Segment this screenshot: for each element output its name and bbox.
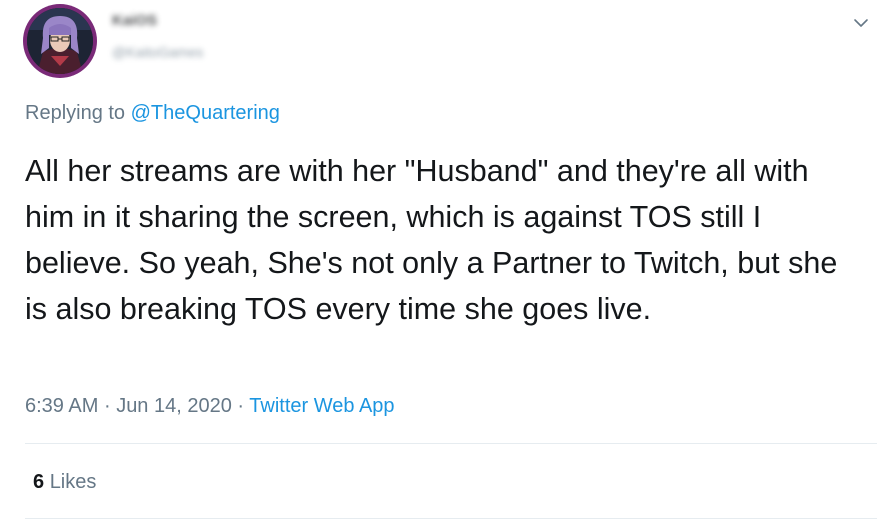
author-handle[interactable]: @KaitoGames <box>112 44 203 60</box>
likes-count: 6 <box>33 471 45 493</box>
replying-to-line: Replying to @TheQuartering <box>25 102 280 125</box>
likes-label: Likes <box>49 471 97 493</box>
tweet-metadata: 6:39 AM · Jun 14, 2020 · Twitter Web App <box>25 395 395 418</box>
author-name[interactable]: KaiOS <box>112 12 157 29</box>
meta-separator: · <box>103 395 111 417</box>
avatar-image <box>27 8 93 74</box>
chevron-down-icon[interactable] <box>850 12 872 34</box>
tweet-date[interactable]: Jun 14, 2020 <box>116 395 232 417</box>
avatar[interactable] <box>23 4 97 78</box>
meta-separator: · <box>237 395 245 417</box>
replying-to-label: Replying to <box>25 102 126 124</box>
tweet-source-link[interactable]: Twitter Web App <box>249 395 394 417</box>
divider <box>25 518 877 519</box>
tweet-detail: KaiOS @KaitoGames Replying to @TheQuarte… <box>0 0 885 522</box>
tweet-text: All her streams are with her "Husband" a… <box>25 154 838 326</box>
replying-to-mention[interactable]: @TheQuartering <box>131 102 280 124</box>
divider <box>25 443 877 444</box>
likes-link[interactable]: 6 Likes <box>33 471 96 494</box>
tweet-time[interactable]: 6:39 AM <box>25 395 98 417</box>
